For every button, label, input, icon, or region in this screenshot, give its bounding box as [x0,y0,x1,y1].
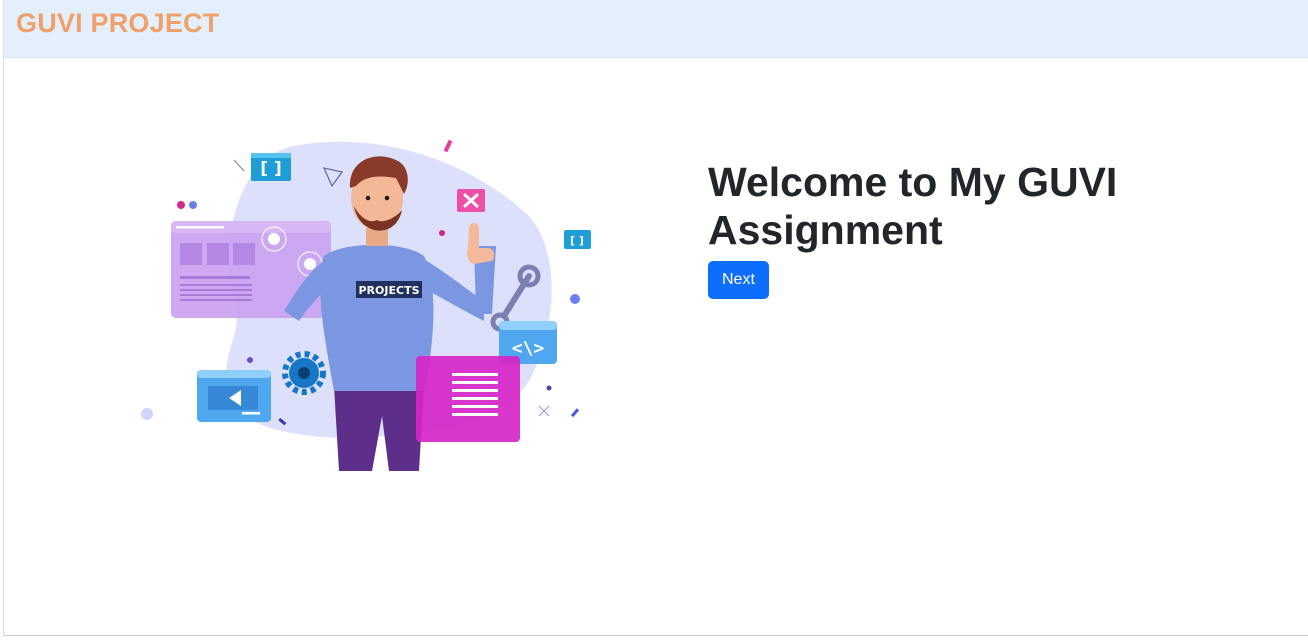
play-icon [197,370,271,422]
svg-text:[ ]: [ ] [570,234,584,247]
svg-text:<\>: <\> [512,338,545,359]
page-title: Welcome to My GUVI Assignment [708,159,1118,253]
document-icon [416,356,520,442]
next-button[interactable]: Next [708,261,769,299]
svg-text:[ ]: [ ] [260,159,281,179]
close-icon [457,189,485,212]
brackets-small-icon: [ ] [564,230,591,249]
hero-illustration: [ ] [ ] PROJECTS <\> [141,139,591,471]
brackets-icon: [ ] [251,153,291,181]
page-frame: GUVI PROJECT [ ] [ ] PROJECTS <\> Welcom… [3,0,1308,636]
hero-section: Welcome to My GUVI Assignment Next [708,158,1228,299]
navbar: GUVI PROJECT [4,0,1308,58]
svg-text:PROJECTS: PROJECTS [359,284,420,297]
brand-link[interactable]: GUVI PROJECT [16,8,219,39]
